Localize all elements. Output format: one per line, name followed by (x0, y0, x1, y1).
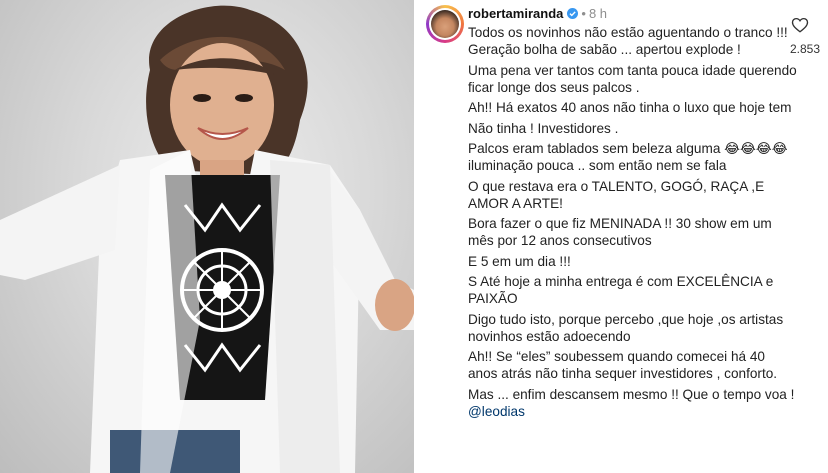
caption-line: E 5 em um dia !!! (468, 253, 571, 269)
caption-line: Bora fazer o que fiz MENINADA !! 30 show… (468, 216, 772, 248)
caption-line: Digo tudo isto, porque percebo ,que hoje… (468, 311, 784, 344)
avatar-image (431, 10, 459, 38)
post-caption: Todos os novinhos não estão aguentando o… (468, 24, 798, 423)
caption-panel: robertamiranda • 8 h 2.853 Todos os novi… (414, 0, 828, 473)
verified-badge-icon (567, 7, 579, 19)
username-link[interactable]: robertamiranda (468, 6, 563, 21)
caption-line: Ah!! Se “eles” soubessem quando comecei … (468, 349, 778, 381)
profile-avatar[interactable] (426, 5, 464, 43)
mention-link[interactable]: @leodias (468, 404, 525, 419)
caption-line: O que restava era o TALENTO, GOGÓ, RAÇA … (468, 178, 765, 211)
caption-last-text: Mas ... enfim descansem mesmo !! Que o t… (468, 386, 795, 402)
post-photo[interactable] (0, 0, 414, 473)
caption-line: S Até hoje a minha entrega é com EXCELÊN… (468, 274, 774, 306)
caption-line: Ah!! Há exatos 40 anos não tinha o luxo … (468, 100, 792, 115)
woman-photo-illustration (0, 5, 414, 473)
caption-line: Todos os novinhos não estão aguentando o… (468, 25, 788, 57)
caption-line: Não tinha ! Investidores . (468, 120, 619, 136)
caption-line: Palcos eram tablados sem beleza alguma 😂… (468, 141, 788, 173)
post-timestamp[interactable]: 8 h (589, 6, 607, 21)
post-header: robertamiranda • 8 h (468, 5, 607, 21)
caption-last-line: Mas ... enfim descansem mesmo !! Que o t… (468, 386, 798, 420)
caption-line: Uma pena ver tantos com tanta pouca idad… (468, 62, 797, 95)
separator-dot: • (581, 5, 586, 21)
screenshot: robertamiranda • 8 h 2.853 Todos os novi… (0, 0, 828, 473)
